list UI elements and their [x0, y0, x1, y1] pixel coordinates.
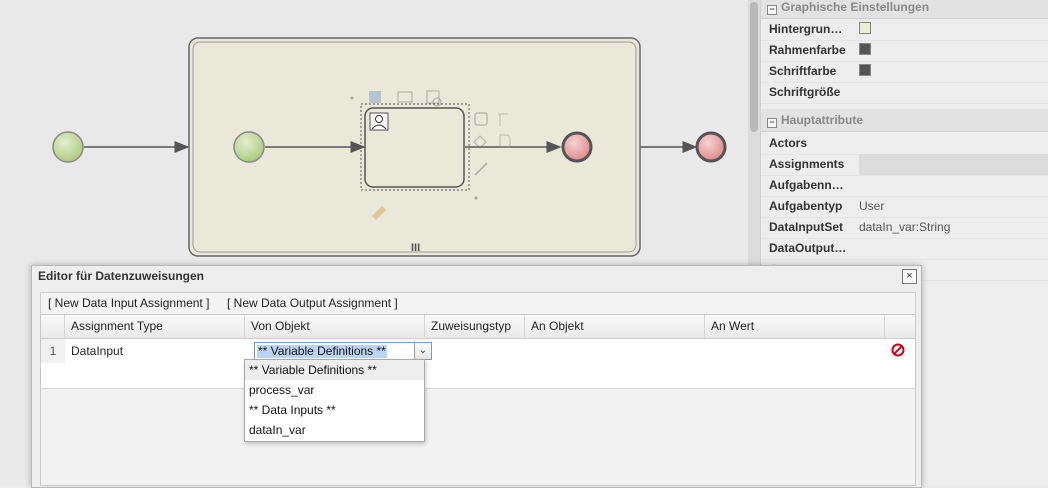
start-event[interactable] [52, 131, 84, 163]
resize-handle: III [411, 242, 420, 254]
assignment-grid: Assignment Type Von Objekt Zuweisungstyp… [40, 314, 916, 486]
prop-row-actors[interactable]: Actors [761, 133, 1048, 155]
column-header[interactable]: Assignment Type [65, 315, 245, 338]
close-button[interactable]: × [902, 269, 917, 284]
prop-row[interactable]: DataInputSet dataIn_var:String [761, 217, 1048, 239]
assignment-type-cell[interactable]: DataInput [65, 339, 245, 363]
collapse-icon[interactable]: − [767, 118, 777, 128]
dialog-toolbar: [ New Data Input Assignment ] [ New Data… [40, 292, 916, 316]
dropdown-option[interactable]: dataIn_var [245, 420, 424, 440]
end-event[interactable] [695, 131, 727, 163]
column-header[interactable]: Zuweisungstyp [425, 315, 525, 338]
column-header[interactable]: An Objekt [525, 315, 705, 338]
column-header[interactable]: An Wert [705, 315, 885, 338]
dialog-title: Editor für Datenzuweisungen [38, 269, 205, 283]
user-icon [369, 112, 389, 131]
prop-row[interactable]: Rahmenfarbe [761, 40, 1048, 62]
color-swatch [859, 64, 871, 76]
data-assignment-dialog: Editor für Datenzuweisungen × [ New Data… [31, 265, 922, 488]
von-objekt-dropdown: ** Variable Definitions ** process_var *… [244, 359, 425, 442]
prop-row[interactable]: Schriftgröße [761, 82, 1048, 104]
table-row[interactable]: 1 DataInput ** Variable Definitions ** ⌄ [41, 339, 915, 363]
grid-header: Assignment Type Von Objekt Zuweisungstyp… [41, 315, 915, 339]
prop-row[interactable]: Schriftfarbe [761, 61, 1048, 83]
prop-row[interactable]: Aufgabenn… [761, 175, 1048, 197]
column-header [41, 315, 65, 338]
delete-icon[interactable] [891, 343, 905, 357]
new-data-output-assignment-button[interactable]: [ New Data Output Assignment ] [227, 296, 398, 310]
chevron-down-icon[interactable]: ⌄ [414, 343, 431, 359]
prop-row-assignments[interactable]: Assignments [761, 154, 1048, 176]
prop-row[interactable]: Aufgabentyp User [761, 196, 1048, 218]
row-number: 1 [41, 339, 65, 363]
von-objekt-select[interactable]: ** Variable Definitions ** ⌄ [254, 342, 432, 360]
grid-body: 1 DataInput ** Variable Definitions ** ⌄ [41, 339, 915, 389]
scrollbar-thumb[interactable] [750, 2, 758, 132]
section-graphische-einstellungen[interactable]: − Graphische Einstellungen [761, 0, 1048, 19]
color-swatch [859, 43, 871, 55]
von-objekt-value: ** Variable Definitions ** [257, 344, 387, 358]
color-swatch [859, 22, 871, 34]
column-header[interactable]: Von Objekt [245, 315, 425, 338]
dropdown-option[interactable]: ** Data Inputs ** [245, 400, 424, 420]
dropdown-option[interactable]: ** Variable Definitions ** [245, 360, 424, 380]
prop-row[interactable]: DataOutput… [761, 238, 1048, 260]
new-data-input-assignment-button[interactable]: [ New Data Input Assignment ] [48, 296, 209, 310]
dropdown-option[interactable]: process_var [245, 380, 424, 400]
section-hauptattribute[interactable]: − Hauptattribute [761, 109, 1048, 132]
inner-end-event[interactable] [561, 131, 593, 163]
collapse-icon[interactable]: − [767, 5, 777, 15]
prop-row[interactable]: Hintergrun… [761, 19, 1048, 41]
inner-start-event[interactable] [233, 131, 265, 163]
